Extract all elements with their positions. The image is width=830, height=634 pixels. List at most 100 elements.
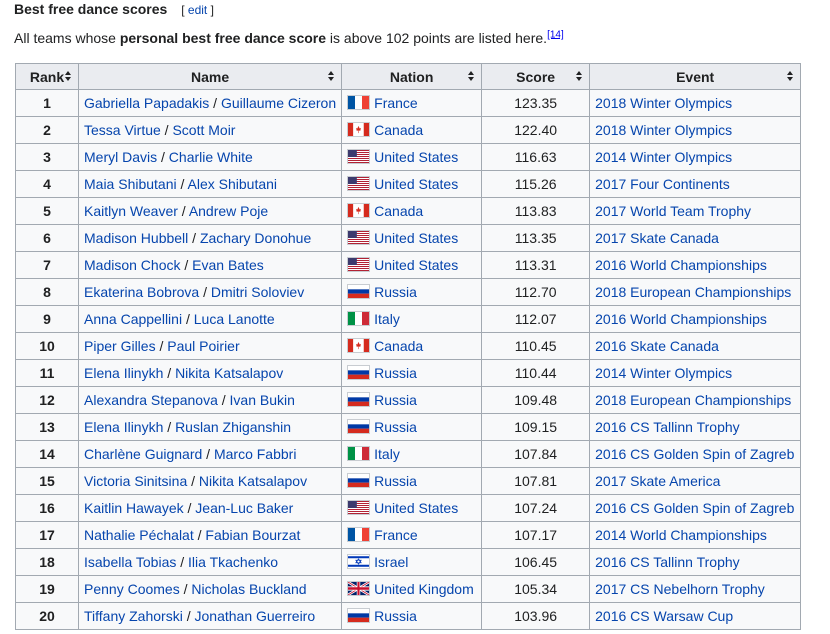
skater-link[interactable]: Kaitlyn Weaver — [84, 203, 178, 219]
event-link[interactable]: 2017 CS Nebelhorn Trophy — [595, 581, 765, 597]
skater-link[interactable]: Tessa Virtue — [84, 122, 161, 138]
skater-link[interactable]: Kaitlin Hawayek — [84, 500, 184, 516]
nation-link[interactable]: Italy — [374, 311, 400, 327]
reference-link[interactable]: [14] — [547, 29, 564, 40]
skater-link[interactable]: Alexandra Stepanova — [84, 392, 218, 408]
skater-link[interactable]: Andrew Poje — [189, 203, 268, 219]
skater-link[interactable]: Isabella Tobias — [84, 554, 176, 570]
skater-link[interactable]: Jonathan Guerreiro — [195, 608, 316, 624]
skater-link[interactable]: Paul Poirier — [167, 338, 239, 354]
event-link[interactable]: 2018 European Championships — [595, 284, 791, 300]
skater-link[interactable]: Nikita Katsalapov — [199, 473, 307, 489]
skater-link[interactable]: Ekaterina Bobrova — [84, 284, 199, 300]
nation-link[interactable]: France — [374, 95, 418, 111]
skater-link[interactable]: Guillaume Cizeron — [221, 95, 336, 111]
name-cell: Charlène Guignard / Marco Fabbri — [77, 440, 343, 468]
event-link[interactable]: 2017 World Team Trophy — [595, 203, 751, 219]
event-link[interactable]: 2017 Skate Canada — [595, 230, 719, 246]
event-link[interactable]: 2017 Skate America — [595, 473, 720, 489]
usa-flag-icon — [347, 176, 371, 191]
skater-link[interactable]: Piper Gilles — [84, 338, 156, 354]
skater-link[interactable]: Nikita Katsalapov — [175, 365, 283, 381]
header-score[interactable]: Score — [481, 63, 591, 90]
edit-link[interactable]: edit — [188, 3, 207, 17]
skater-link[interactable]: Tiffany Zahorski — [84, 608, 183, 624]
nation-link[interactable]: Canada — [374, 338, 423, 354]
nation-link[interactable]: Canada — [374, 203, 423, 219]
nation-link[interactable]: Canada — [374, 122, 423, 138]
skater-link[interactable]: Ruslan Zhiganshin — [175, 419, 291, 435]
nation-cell: France — [341, 89, 483, 117]
nation-link[interactable]: United States — [374, 230, 458, 246]
nation-link[interactable]: Russia — [374, 419, 417, 435]
skater-link[interactable]: Penny Coomes — [84, 581, 180, 597]
nation-link[interactable]: Russia — [374, 284, 417, 300]
skater-link[interactable]: Ilia Tkachenko — [188, 554, 278, 570]
skater-link[interactable]: Elena Ilinykh — [84, 419, 163, 435]
nation-link[interactable]: Russia — [374, 365, 417, 381]
event-link[interactable]: 2016 CS Tallinn Trophy — [595, 554, 740, 570]
skater-link[interactable]: Alex Shibutani — [188, 176, 278, 192]
table-row: 19 Penny Coomes / Nicholas Buckland United… — [15, 575, 802, 603]
event-cell: 2017 Skate America — [589, 467, 802, 495]
skater-link[interactable]: Gabriella Papadakis — [84, 95, 209, 111]
skater-link[interactable]: Victoria Sinitsina — [84, 473, 187, 489]
skater-link[interactable]: Madison Hubbell — [84, 230, 188, 246]
event-link[interactable]: 2018 European Championships — [595, 392, 791, 408]
sort-icon[interactable] — [576, 71, 583, 83]
event-link[interactable]: 2014 World Championships — [595, 527, 767, 543]
event-link[interactable]: 2016 CS Tallinn Trophy — [595, 419, 740, 435]
event-link[interactable]: 2016 World Championships — [595, 311, 767, 327]
skater-link[interactable]: Ivan Bukin — [230, 392, 295, 408]
edit-close-bracket: ] — [210, 3, 214, 17]
skater-link[interactable]: Scott Moir — [172, 122, 235, 138]
header-event[interactable]: Event — [589, 63, 802, 90]
table-row: 3 Meryl Davis / Charlie White United State… — [15, 143, 802, 171]
skater-link[interactable]: Zachary Donohue — [200, 230, 311, 246]
nation-link[interactable]: United Kingdom — [374, 581, 474, 597]
nation-link[interactable]: United States — [374, 176, 458, 192]
event-link[interactable]: 2016 World Championships — [595, 257, 767, 273]
header-name[interactable]: Name — [77, 63, 343, 90]
skater-link[interactable]: Nicholas Buckland — [191, 581, 306, 597]
nation-link[interactable]: United States — [374, 500, 458, 516]
nation-link[interactable]: Russia — [374, 608, 417, 624]
event-link[interactable]: 2014 Winter Olympics — [595, 365, 732, 381]
nation-link[interactable]: Russia — [374, 473, 417, 489]
sort-icon[interactable] — [328, 71, 335, 83]
sort-icon[interactable] — [65, 71, 71, 83]
skater-link[interactable]: Elena Ilinykh — [84, 365, 163, 381]
skater-link[interactable]: Nathalie Péchalat — [84, 527, 194, 543]
nation-link[interactable]: Italy — [374, 446, 400, 462]
nation-link[interactable]: United States — [374, 149, 458, 165]
skater-link[interactable]: Dmitri Soloviev — [211, 284, 304, 300]
event-link[interactable]: 2016 CS Golden Spin of Zagreb — [595, 500, 794, 516]
event-link[interactable]: 2016 CS Warsaw Cup — [595, 608, 733, 624]
nation-link[interactable]: France — [374, 527, 418, 543]
skater-link[interactable]: Madison Chock — [84, 257, 181, 273]
skater-link[interactable]: Charlie White — [169, 149, 253, 165]
skater-link[interactable]: Evan Bates — [192, 257, 264, 273]
skater-link[interactable]: Marco Fabbri — [214, 446, 296, 462]
header-rank[interactable]: Rank — [15, 63, 79, 90]
sort-icon[interactable] — [787, 71, 794, 83]
nation-link[interactable]: Israel — [374, 554, 408, 570]
nation-link[interactable]: United States — [374, 257, 458, 273]
rank-cell: 16 — [15, 494, 79, 522]
skater-link[interactable]: Fabian Bourzat — [205, 527, 300, 543]
skater-link[interactable]: Anna Cappellini — [84, 311, 182, 327]
header-nation[interactable]: Nation — [341, 63, 483, 90]
skater-link[interactable]: Luca Lanotte — [194, 311, 275, 327]
event-link[interactable]: 2018 Winter Olympics — [595, 95, 732, 111]
event-link[interactable]: 2018 Winter Olympics — [595, 122, 732, 138]
skater-link[interactable]: Meryl Davis — [84, 149, 157, 165]
event-link[interactable]: 2017 Four Continents — [595, 176, 730, 192]
event-link[interactable]: 2016 Skate Canada — [595, 338, 719, 354]
skater-link[interactable]: Charlène Guignard — [84, 446, 202, 462]
sort-icon[interactable] — [468, 71, 475, 83]
event-link[interactable]: 2016 CS Golden Spin of Zagreb — [595, 446, 794, 462]
nation-link[interactable]: Russia — [374, 392, 417, 408]
skater-link[interactable]: Jean-Luc Baker — [195, 500, 293, 516]
event-link[interactable]: 2014 Winter Olympics — [595, 149, 732, 165]
skater-link[interactable]: Maia Shibutani — [84, 176, 177, 192]
